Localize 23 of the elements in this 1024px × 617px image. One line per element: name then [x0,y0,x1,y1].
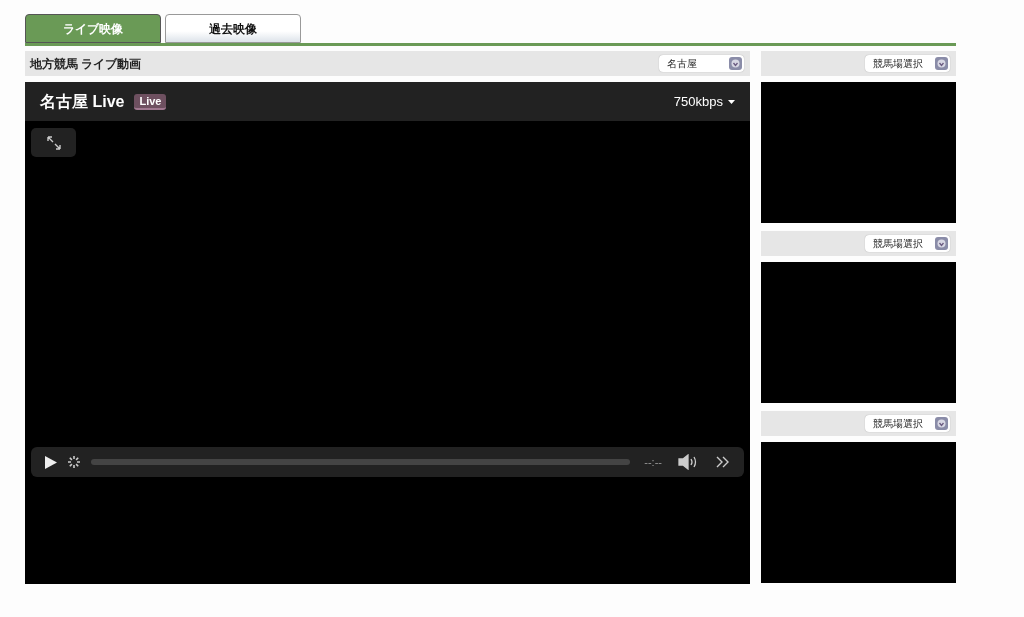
dropdown-icon [935,237,948,250]
loading-spinner-icon [67,455,81,469]
dropdown-icon [729,57,742,70]
fullscreen-button[interactable] [31,128,76,157]
progress-track[interactable] [91,459,631,465]
page-title: 地方競馬 ライブ動画 [30,55,142,73]
venue-select[interactable]: 競馬場選択 [865,55,950,72]
skip-button[interactable] [716,456,730,468]
venue-select[interactable]: 競馬場選択 [865,235,950,252]
dropdown-icon [935,57,948,70]
live-badge: Live [134,93,167,110]
venue-select[interactable]: 競馬場選択 [865,415,950,432]
play-button[interactable] [45,455,57,469]
expand-icon [45,134,62,151]
dropdown-icon [935,417,948,430]
tab[interactable]: 過去映像 [165,14,301,43]
caret-icon [728,99,735,104]
bitrate-select[interactable]: 750kbps [673,91,735,112]
time-display: --:-- [644,454,662,470]
play-icon [45,455,57,469]
player-title: 名古屋 Live [40,91,125,112]
double-chevron-icon [716,456,730,468]
venue-select[interactable]: 名古屋 [659,55,744,72]
